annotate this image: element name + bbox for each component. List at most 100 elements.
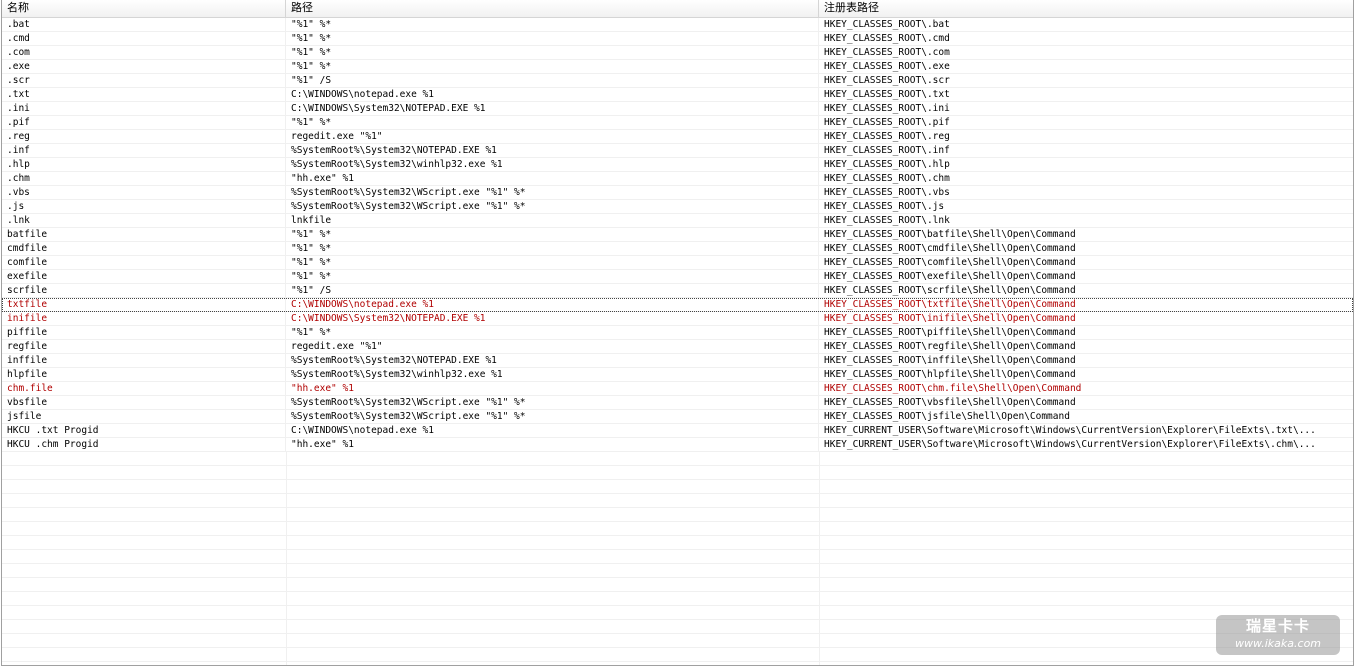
- table-row[interactable]: .chm "hh.exe" %1 HKEY_CLASSES_ROOT\.chm: [2, 172, 1353, 186]
- table-row[interactable]: .js %SystemRoot%\System32\WScript.exe "%1…: [2, 200, 1353, 214]
- cell-path: "%1" %*: [286, 60, 819, 73]
- cell-path: "%1" /S: [286, 284, 819, 297]
- table-row[interactable]: batfile "%1" %* HKEY_CLASSES_ROOT\batfile\…: [2, 228, 1353, 242]
- cell-path: %SystemRoot%\System32\WScript.exe "%1" %…: [286, 186, 819, 199]
- cell-name: jsfile: [2, 410, 286, 423]
- cell-name: .inf: [2, 144, 286, 157]
- cell-registry: HKEY_CLASSES_ROOT\chm.file\Shell\Open\Co…: [824, 383, 1082, 394]
- cell-path: "hh.exe" %1: [286, 172, 819, 185]
- table-row[interactable]: comfile "%1" %* HKEY_CLASSES_ROOT\comfile\…: [2, 256, 1353, 270]
- cell-path: %SystemRoot%\System32\NOTEPAD.EXE %1: [286, 354, 819, 367]
- cell-registry: HKEY_CLASSES_ROOT\.vbs: [824, 187, 950, 198]
- table-row[interactable]: .pif "%1" %* HKEY_CLASSES_ROOT\.pif: [2, 116, 1353, 130]
- cell-registry: HKEY_CLASSES_ROOT\.bat: [824, 19, 950, 30]
- watermark-url: www.ikaka.com: [1234, 637, 1322, 650]
- table-row[interactable]: vbsfile %SystemRoot%\System32\WScript.exe…: [2, 396, 1353, 410]
- cell-path: "hh.exe" %1: [286, 438, 819, 451]
- table-row[interactable]: .lnk lnkfile HKEY_CLASSES_ROOT\.lnk: [2, 214, 1353, 228]
- table-row[interactable]: inffile %SystemRoot%\System32\NOTEPAD.EXE…: [2, 354, 1353, 368]
- cell-path: %SystemRoot%\System32\winhlp32.exe %1: [286, 368, 819, 381]
- cell-registry: HKEY_CLASSES_ROOT\.js: [824, 201, 945, 212]
- cell-registry: HKEY_CLASSES_ROOT\txtfile\Shell\Open\Com…: [824, 299, 1076, 310]
- table-row[interactable]: .inf %SystemRoot%\System32\NOTEPAD.EXE %1…: [2, 144, 1353, 158]
- table-row[interactable]: .com "%1" %* HKEY_CLASSES_ROOT\.com: [2, 46, 1353, 60]
- table-row[interactable]: jsfile %SystemRoot%\System32\WScript.exe …: [2, 410, 1353, 424]
- cell-path: regedit.exe "%1": [286, 130, 819, 143]
- cell-name: .exe: [2, 60, 286, 73]
- cell-name: .lnk: [2, 214, 286, 227]
- cell-name: .chm: [2, 172, 286, 185]
- table-row[interactable]: hlpfile %SystemRoot%\System32\winhlp32.ex…: [2, 368, 1353, 382]
- cell-path: %SystemRoot%\System32\WScript.exe "%1" %…: [286, 200, 819, 213]
- column-header-registry[interactable]: 注册表路径: [819, 0, 1353, 17]
- cell-path: %SystemRoot%\System32\WScript.exe "%1" %…: [286, 410, 819, 423]
- cell-name: regfile: [2, 340, 286, 353]
- table-row[interactable]: inifile C:\WINDOWS\System32\NOTEPAD.EXE %…: [2, 312, 1353, 326]
- cell-path: "%1" %*: [286, 326, 819, 339]
- column-header-path[interactable]: 路径: [286, 0, 819, 17]
- table-row[interactable]: HKCU .txt Progid C:\WINDOWS\notepad.exe %…: [2, 424, 1353, 438]
- cell-path: %SystemRoot%\System32\NOTEPAD.EXE %1: [286, 144, 819, 157]
- cell-path: "%1" %*: [286, 242, 819, 255]
- cell-name: exefile: [2, 270, 286, 283]
- cell-path: "%1" %*: [286, 18, 819, 31]
- cell-name: hlpfile: [2, 368, 286, 381]
- cell-name: .vbs: [2, 186, 286, 199]
- cell-name: batfile: [2, 228, 286, 241]
- table-row[interactable]: scrfile "%1" /S HKEY_CLASSES_ROOT\scrfile\…: [2, 284, 1353, 298]
- cell-path: C:\WINDOWS\notepad.exe %1: [286, 424, 819, 437]
- cell-name: .com: [2, 46, 286, 59]
- cell-path: C:\WINDOWS\notepad.exe %1: [286, 88, 819, 101]
- cell-name: comfile: [2, 256, 286, 269]
- cell-name: .hlp: [2, 158, 286, 171]
- cell-path: C:\WINDOWS\System32\NOTEPAD.EXE %1: [286, 102, 819, 115]
- cell-path: "hh.exe" %1: [286, 382, 819, 395]
- cell-name: inffile: [2, 354, 286, 367]
- column-header-name[interactable]: 名称: [2, 0, 286, 17]
- cell-path: "%1" %*: [286, 46, 819, 59]
- cell-name: inifile: [2, 312, 286, 325]
- table-row[interactable]: .reg regedit.exe "%1" HKEY_CLASSES_ROOT\.r…: [2, 130, 1353, 144]
- cell-registry: HKEY_CLASSES_ROOT\exefile\Shell\Open\Com…: [824, 271, 1076, 282]
- table-row[interactable]: .hlp %SystemRoot%\System32\winhlp32.exe %…: [2, 158, 1353, 172]
- table-row[interactable]: .bat "%1" %* HKEY_CLASSES_ROOT\.bat: [2, 18, 1353, 32]
- table-row[interactable]: .vbs %SystemRoot%\System32\WScript.exe "%…: [2, 186, 1353, 200]
- table-row[interactable]: piffile "%1" %* HKEY_CLASSES_ROOT\piffile\…: [2, 326, 1353, 340]
- cell-name: HKCU .chm Progid: [2, 438, 286, 451]
- cell-registry: HKEY_CURRENT_USER\Software\Microsoft\Win…: [824, 425, 1316, 436]
- cell-name: .js: [2, 200, 286, 213]
- cell-name: HKCU .txt Progid: [2, 424, 286, 437]
- cell-path: "%1" /S: [286, 74, 819, 87]
- cell-name: .cmd: [2, 32, 286, 45]
- cell-path: "%1" %*: [286, 270, 819, 283]
- table-row[interactable]: .scr "%1" /S HKEY_CLASSES_ROOT\.scr: [2, 74, 1353, 88]
- table-row[interactable]: chm.file "hh.exe" %1 HKEY_CLASSES_ROOT\chm…: [2, 382, 1353, 396]
- cell-name: vbsfile: [2, 396, 286, 409]
- cell-name: scrfile: [2, 284, 286, 297]
- table-row[interactable]: .cmd "%1" %* HKEY_CLASSES_ROOT\.cmd: [2, 32, 1353, 46]
- table-row[interactable]: regfile regedit.exe "%1" HKEY_CLASSES_ROOT…: [2, 340, 1353, 354]
- file-association-list[interactable]: 名称 路径 注册表路径 .bat "%1" %* HKEY_CLASSES_ROOT…: [1, 0, 1354, 666]
- table-row[interactable]: txtfile C:\WINDOWS\notepad.exe %1 HKEY_CLA…: [2, 298, 1353, 312]
- cell-registry: HKEY_CLASSES_ROOT\piffile\Shell\Open\Com…: [824, 327, 1076, 338]
- cell-registry: HKEY_CLASSES_ROOT\comfile\Shell\Open\Com…: [824, 257, 1076, 268]
- cell-registry: HKEY_CLASSES_ROOT\.ini: [824, 103, 950, 114]
- cell-name: chm.file: [2, 382, 286, 395]
- cell-registry: HKEY_CLASSES_ROOT\regfile\Shell\Open\Com…: [824, 341, 1076, 352]
- cell-name: .bat: [2, 18, 286, 31]
- cell-registry: HKEY_CLASSES_ROOT\scrfile\Shell\Open\Com…: [824, 285, 1076, 296]
- table-row[interactable]: .exe "%1" %* HKEY_CLASSES_ROOT\.exe: [2, 60, 1353, 74]
- table-row[interactable]: .ini C:\WINDOWS\System32\NOTEPAD.EXE %1 HK…: [2, 102, 1353, 116]
- cell-path: C:\WINDOWS\System32\NOTEPAD.EXE %1: [286, 312, 819, 325]
- list-header: 名称 路径 注册表路径: [2, 0, 1353, 18]
- table-row[interactable]: cmdfile "%1" %* HKEY_CLASSES_ROOT\cmdfile\…: [2, 242, 1353, 256]
- cell-path: C:\WINDOWS\notepad.exe %1: [286, 298, 819, 311]
- cell-registry: HKEY_CLASSES_ROOT\.inf: [824, 145, 950, 156]
- table-row[interactable]: .txt C:\WINDOWS\notepad.exe %1 HKEY_CLASSE…: [2, 88, 1353, 102]
- cell-path: "%1" %*: [286, 256, 819, 269]
- table-row[interactable]: HKCU .chm Progid "hh.exe" %1 HKEY_CURRENT_…: [2, 438, 1353, 452]
- cell-name: .scr: [2, 74, 286, 87]
- cell-path: lnkfile: [286, 214, 819, 227]
- table-row[interactable]: exefile "%1" %* HKEY_CLASSES_ROOT\exefile\…: [2, 270, 1353, 284]
- list-body: .bat "%1" %* HKEY_CLASSES_ROOT\.bat .cmd "%1…: [2, 18, 1353, 452]
